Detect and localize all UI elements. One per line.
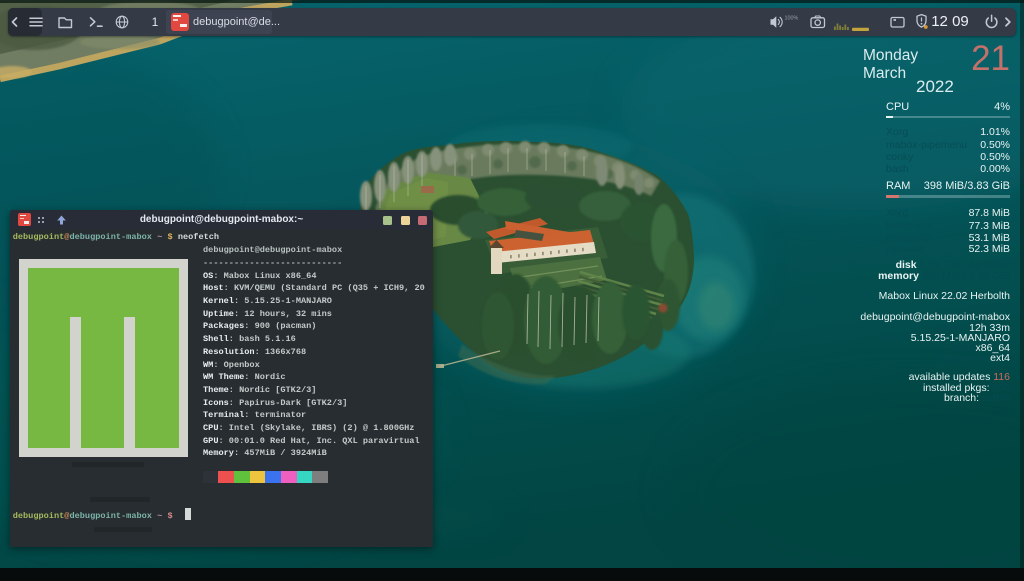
svg-text:100%: 100% bbox=[785, 16, 799, 22]
